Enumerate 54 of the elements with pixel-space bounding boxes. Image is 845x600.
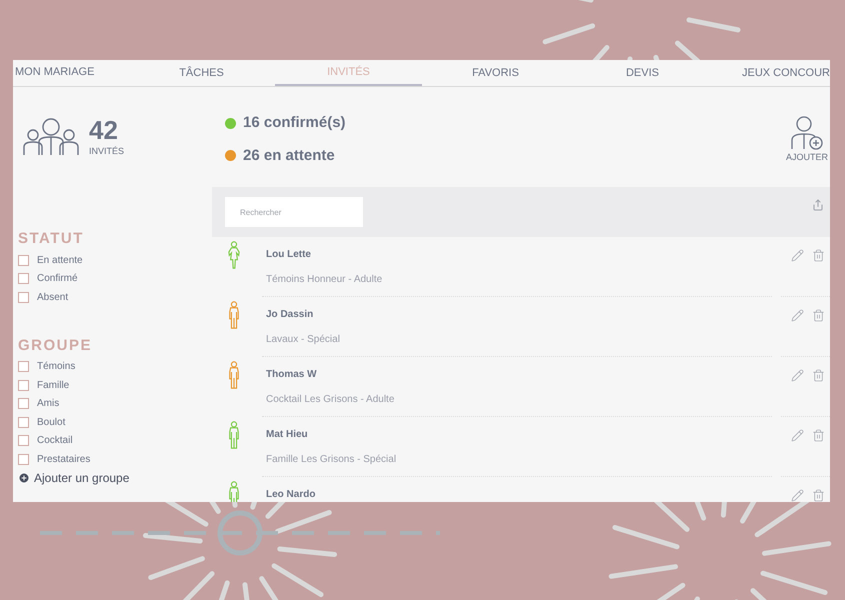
delete-icon[interactable] [812, 429, 825, 442]
checkbox[interactable] [18, 416, 29, 428]
edit-icon[interactable] [791, 309, 804, 322]
delete-icon[interactable] [812, 489, 825, 502]
delete-icon[interactable] [812, 369, 825, 382]
tab[interactable]: DEVIS [569, 60, 716, 86]
edit-icon[interactable] [791, 249, 804, 262]
delete-icon[interactable] [812, 249, 825, 262]
guest-name: Jo Dassin [266, 308, 314, 322]
delete-icon[interactable] [812, 309, 825, 322]
checkbox-label: Boulot [37, 416, 66, 430]
checkbox-label: Amis [37, 397, 60, 412]
checkbox[interactable] [18, 380, 29, 391]
guest-details: Famille Les Grisons - Spécial [266, 453, 396, 467]
guest-count-label: INVITÉS [89, 145, 124, 158]
tab[interactable]: FAVORIS [422, 60, 569, 86]
checkbox[interactable] [18, 292, 29, 303]
person-add-icon [790, 115, 824, 151]
filter-heading: STATUT [18, 230, 85, 248]
guest-name: Thomas W [266, 368, 318, 382]
checkbox-label: Famille [37, 378, 70, 393]
tab[interactable]: JEUX CONCOUR [716, 60, 830, 86]
checkbox-label: Confirmé [37, 272, 78, 286]
status-count: 26 en attente [243, 146, 335, 166]
checkbox[interactable] [18, 361, 29, 372]
upload-icon[interactable] [812, 199, 824, 211]
guest-details: Témoins Honneur - Adulte [266, 273, 382, 287]
search-field[interactable]: Rechercher [225, 197, 363, 227]
checkbox-label: Cocktail [37, 434, 73, 448]
guest-details: Cocktail Les Grisons - Adulte [266, 393, 394, 407]
checkbox-label: Témoins [37, 360, 76, 374]
plus-circle-icon [18, 472, 30, 484]
edit-icon[interactable] [791, 489, 804, 502]
checkbox[interactable] [18, 398, 29, 410]
checkbox-label: En attente [37, 254, 83, 268]
guest-name: Lou Lette [266, 248, 312, 262]
edit-icon[interactable] [791, 429, 804, 442]
checkbox[interactable] [18, 435, 29, 446]
add-group-button[interactable]: Ajouter un groupe [18, 468, 130, 486]
checkbox-label: Absent [37, 290, 68, 305]
guest-name: Leo Nardo [266, 488, 316, 502]
guest-count: 42 [89, 115, 119, 145]
checkbox-label: Prestataires [37, 452, 90, 467]
filter-heading: GROUPE [18, 336, 94, 354]
status-count: 16 confirmé(s) [243, 113, 346, 133]
tab[interactable]: TÂCHES [128, 60, 275, 86]
guest-details: Lavaux - Spécial [266, 333, 340, 347]
checkbox[interactable] [18, 273, 29, 284]
checkbox[interactable] [18, 254, 29, 266]
tab[interactable]: MON MARIAGE [13, 60, 128, 86]
checkbox[interactable] [18, 454, 29, 465]
add-guest-button[interactable]: AJOUTER [770, 87, 830, 187]
edit-icon[interactable] [791, 369, 804, 382]
guest-name: Mat Hieu [266, 428, 309, 442]
